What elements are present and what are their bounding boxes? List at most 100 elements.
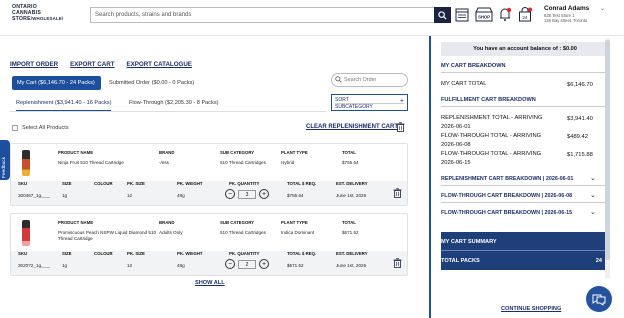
trash-icon[interactable] (396, 122, 405, 132)
item-total-req: $755.64 (287, 193, 304, 198)
flow-through-breakdown-toggle[interactable]: FLOW-THROUGH CART BREAKDOWN | 2026-06-15 (441, 210, 601, 216)
product-plant-type: Hybrid (281, 160, 295, 165)
total-packs-label: TOTAL PACKS (441, 258, 480, 264)
item-total-req: $671.52 (287, 263, 304, 268)
select-all-checkbox[interactable] (12, 125, 18, 131)
user-address: 828 Test Store 1 126 Bay street, Toronto (544, 13, 604, 24)
item-pk-weight: 48g (177, 263, 185, 268)
product-brand: Adults Only (159, 230, 183, 235)
store-logo[interactable]: ONTARIO CANNABIS STORE/WHOLESALE/ (12, 4, 74, 32)
search-icon (438, 10, 447, 20)
tab-my-cart[interactable]: My Cart ($6,146.70 - 24 Packs) (12, 76, 101, 90)
cart-button[interactable]: 24 (517, 6, 533, 23)
col-pk-size: PK. SIZE (127, 251, 145, 256)
catalogue-button[interactable] (454, 6, 470, 23)
product-search-input[interactable]: Search products, strains and brands (90, 7, 434, 23)
cart-item-details: SKU SIZE COLOUR PK. SIZE PK. WEIGHT PK. … (11, 181, 407, 205)
logo-suffix: /WHOLESALE/ (30, 16, 64, 21)
select-all-label: Select All Products (22, 125, 69, 131)
cart-item-details: SKU SIZE COLOUR PK. SIZE PK. WEIGHT PK. … (11, 251, 407, 275)
product-plant-type: Indica Dominant (281, 230, 315, 235)
fulfillment-row-value: $1,715.88 (567, 152, 593, 158)
fulfillment-breakdown-title: FULFILLMENT CART BREAKDOWN (441, 97, 536, 103)
shop-icon: SHOP (475, 7, 493, 22)
product-name[interactable]: Ninja Fruit 510 Thread Cartridge (58, 160, 153, 165)
flow-through-breakdown-toggle[interactable]: FLOW-THROUGH CART BREAKDOWN | 2026-06-08 (441, 193, 601, 199)
col-brand: BRAND (159, 150, 175, 155)
product-name[interactable]: Promiscuous Peach NSPW Liquid Diamond 51… (58, 230, 158, 241)
fulfillment-row-label: FLOW-THROUGH TOTAL - ARRIVING 2026-06-15 (441, 151, 542, 166)
col-pk-weight: PK. WEIGHT (177, 181, 203, 186)
panel-scrollbar[interactable] (605, 38, 610, 278)
col-colour: COLOUR (94, 181, 113, 186)
notifications-button[interactable] (497, 6, 513, 23)
chevron-down-icon[interactable]: ⌄ (590, 191, 596, 199)
continue-shopping-link[interactable]: CONTINUE SHOPPING (501, 306, 561, 312)
tab-submitted-order[interactable]: Submitted Order ($0.00 - 0 Packs) (104, 76, 202, 90)
shop-button[interactable]: SHOP (474, 6, 494, 23)
cart-item-card: PRODUCT NAME BRAND SUB CATEGORY PLANT TY… (10, 213, 408, 276)
search-button[interactable] (434, 7, 451, 23)
select-all[interactable]: Select All Products (12, 125, 69, 131)
increment-button[interactable]: + (259, 189, 269, 199)
cart-icon: 24 (519, 7, 532, 22)
summary-title: MY CART SUMMARY (441, 239, 497, 245)
decrement-button[interactable]: − (225, 259, 235, 269)
item-pk-size: 12 (127, 193, 133, 198)
chevron-down-icon[interactable]: ⌄ (590, 174, 596, 182)
chat-button[interactable] (586, 286, 612, 312)
user-name[interactable]: Conrad Adams (544, 5, 589, 12)
catalogue-icon (455, 8, 469, 22)
cart-item-header: PRODUCT NAME BRAND SUB CATEGORY PLANT TY… (11, 214, 407, 250)
chat-icon (592, 294, 606, 306)
feedback-tab[interactable]: Feedback (0, 140, 10, 180)
sort-select[interactable]: SORT SUBCATEGORY + (331, 94, 408, 111)
decrement-button[interactable]: − (225, 189, 235, 199)
quantity-input[interactable]: 2 (238, 259, 256, 269)
clear-replenishment-button[interactable]: CLEAR REPLENISHMENT CART (306, 124, 398, 130)
item-est-delivery: June 1st, 2026 (336, 263, 367, 268)
trash-icon[interactable] (393, 188, 402, 198)
order-search-placeholder: Search Order (344, 77, 377, 83)
fulfillment-row-value: $489.42 (567, 134, 588, 140)
product-sub-category: 510 Thread Cartridges (220, 160, 266, 165)
scrollbar-thumb[interactable] (605, 40, 610, 260)
replenishment-breakdown-toggle[interactable]: REPLENISHMENT CART BREAKDOWN | 2026-06-0… (441, 176, 601, 182)
tab-flow-through[interactable]: Flow-Through ($2,205.30 - 8 Packs) (129, 100, 219, 106)
cart-summary-box: MY CART SUMMARY TOTAL PACKS 24 (441, 232, 605, 270)
export-cart-link[interactable]: EXPORT CART (70, 61, 114, 68)
col-sub-category: SUB CATEGORY (220, 150, 255, 155)
item-est-delivery: June 1st, 2026 (336, 193, 367, 198)
order-search-input[interactable]: Search Order (331, 73, 408, 87)
col-pk-weight: PK. WEIGHT (177, 251, 203, 256)
quantity-input[interactable]: 3 (238, 189, 256, 199)
item-sku: 300467_1g,___ (18, 193, 50, 198)
cart-summary-panel: You have an account balance of : $0.00 M… (429, 36, 624, 318)
col-brand: BRAND (159, 220, 175, 225)
col-total-req: TOTAL $ REQ. (287, 181, 317, 186)
show-all-link[interactable]: SHOW ALL (195, 280, 225, 286)
product-brand: -/ess (159, 160, 169, 165)
notification-icon (500, 7, 512, 21)
chevron-down-icon[interactable]: ⌄ (590, 208, 596, 216)
trash-icon[interactable] (393, 258, 402, 268)
import-order-link[interactable]: IMPORT ORDER (10, 61, 58, 68)
fulfillment-row-value: $3,941.40 (567, 116, 593, 122)
chevron-down-icon[interactable]: ⌄ (600, 5, 605, 12)
quantity-stepper: − 3 + (225, 189, 269, 199)
col-total-req: TOTAL $ REQ. (287, 251, 317, 256)
cart-item-header: PRODUCT NAME BRAND SUB CATEGORY PLANT TY… (11, 144, 407, 180)
col-size: SIZE (62, 181, 72, 186)
col-sub-category: SUB CATEGORY (220, 220, 255, 225)
divider (441, 202, 609, 203)
tab-replenishment[interactable]: Replenishment ($3,941.40 - 16 Packs) (16, 100, 112, 111)
increment-button[interactable]: + (259, 259, 269, 269)
cart-total-label: MY CART TOTAL (441, 81, 487, 87)
cart-count: 24 (523, 15, 528, 20)
export-catalogue-link[interactable]: EXPORT CATALOGUE (127, 61, 192, 68)
logo-line-3: STORE (12, 16, 31, 22)
plus-icon: + (399, 98, 404, 105)
col-colour: COLOUR (94, 251, 113, 256)
col-total: TOTAL (342, 150, 356, 155)
quantity-stepper: − 2 + (225, 259, 269, 269)
